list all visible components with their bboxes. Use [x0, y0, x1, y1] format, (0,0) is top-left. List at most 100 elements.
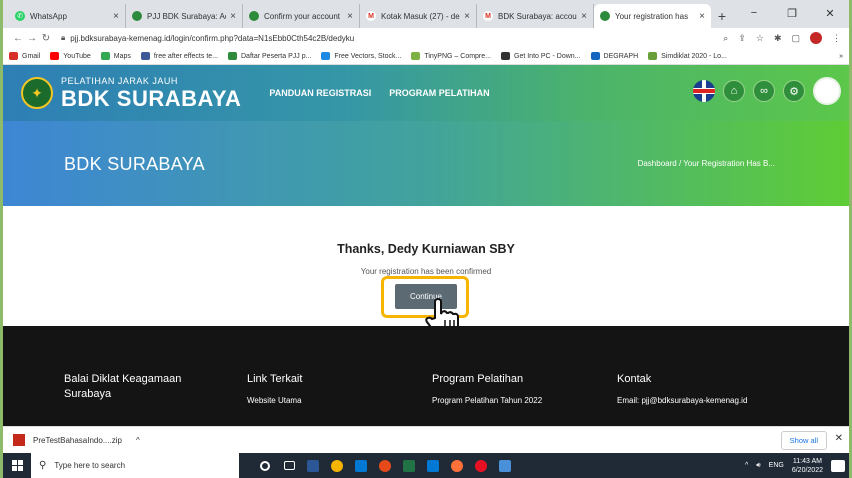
bookmarks-more-button[interactable]: » — [839, 53, 843, 60]
word-icon[interactable] — [301, 453, 325, 478]
footer-col-program: Program Pelatihan Program Pelatihan Tahu… — [432, 372, 542, 405]
sidebar-icon[interactable]: ▢ — [791, 33, 800, 44]
site-header: ✦ PELATIHAN JARAK JAUH BDK SURABAYA PAND… — [3, 65, 849, 121]
whatsapp-icon: ✆ — [15, 11, 25, 21]
address-toolbar: ← → ↻ 🔒︎ pjj.bdksurabaya-kemenag.id/logi… — [3, 28, 849, 48]
tab-confirm-account[interactable]: Confirm your account × — [243, 4, 360, 28]
close-tab-icon[interactable]: × — [347, 11, 353, 22]
menu-panduan-registrasi[interactable]: PANDUAN REGISTRASI — [269, 88, 371, 98]
zoom-icon[interactable]: ⌕ — [723, 33, 728, 44]
start-button[interactable] — [3, 453, 31, 478]
extensions-icon[interactable]: ✱ — [774, 33, 782, 44]
footer-heading: Program Pelatihan — [432, 373, 524, 385]
menu-icon[interactable]: ⋮ — [832, 33, 841, 44]
excel-icon[interactable] — [397, 453, 421, 478]
taskbar-search[interactable]: ⚲ Type here to search — [31, 453, 239, 478]
cortana-icon[interactable] — [253, 453, 277, 478]
bookmark-item[interactable]: TinyPNG – Compre... — [411, 52, 491, 60]
show-all-button[interactable]: Show all — [780, 431, 827, 450]
footer-heading: Kontak — [617, 373, 652, 385]
chevron-up-icon[interactable]: ^ — [136, 436, 140, 445]
notification-icon[interactable] — [831, 459, 845, 472]
home-icon[interactable]: ⌂ — [723, 80, 745, 102]
breadcrumb[interactable]: Dashboard / Your Registration Has B... — [638, 159, 775, 168]
settings-icon[interactable]: ⚙ — [783, 80, 805, 102]
footer-heading: Link Terkait — [247, 373, 303, 385]
youtube-icon — [50, 52, 60, 60]
clock[interactable]: 11:43 AM 6/20/2022 — [792, 457, 823, 475]
tab-registration[interactable]: Your registration has × — [594, 4, 711, 28]
tab-title: PJJ BDK Surabaya: Adi — [147, 11, 227, 21]
gmail-icon — [9, 52, 18, 60]
bookmark-item[interactable]: Free Vectors, Stock... — [321, 52, 401, 60]
link-icon[interactable]: ∞ — [753, 80, 775, 102]
minimize-button[interactable]: − — [735, 0, 773, 26]
close-tab-icon[interactable]: × — [581, 11, 587, 22]
url-text: pjj.bdksurabaya-kemenag.id/login/confirm… — [70, 33, 355, 43]
bookmark-item[interactable]: Daftar Peserta PJJ p... — [228, 52, 311, 60]
profile-avatar[interactable] — [810, 32, 822, 44]
close-tab-icon[interactable]: × — [699, 11, 705, 22]
language-indicator[interactable]: ENG — [769, 462, 784, 469]
brand-subtitle: PELATIHAN JARAK JAUH — [61, 75, 178, 86]
kemenag-logo-icon[interactable]: ✦ — [21, 77, 53, 109]
page-content: ✦ PELATIHAN JARAK JAUH BDK SURABAYA PAND… — [3, 65, 849, 426]
opera-icon[interactable] — [469, 453, 493, 478]
restore-button[interactable]: ❐ — [773, 0, 811, 26]
bookmark-item[interactable]: Simdiklat 2020 - Lo... — [648, 52, 727, 60]
bdk-favicon-icon — [132, 11, 142, 21]
tab-title: Confirm your account — [264, 11, 341, 21]
bookmark-item[interactable]: Maps — [100, 52, 131, 60]
bookmark-icon — [411, 52, 421, 60]
file-explorer-icon[interactable] — [349, 453, 373, 478]
share-icon[interactable]: ⇪ — [738, 33, 746, 44]
footer-link-website[interactable]: Website Utama — [247, 396, 302, 405]
forward-button[interactable]: → — [25, 33, 39, 44]
tab-gmail-inbox[interactable]: M Kotak Masuk (27) - de × — [360, 4, 477, 28]
close-tab-icon[interactable]: × — [464, 11, 470, 22]
url-bar[interactable]: 🔒︎ pjj.bdksurabaya-kemenag.id/login/conf… — [61, 33, 723, 43]
back-button[interactable]: ← — [11, 33, 25, 44]
site-brand[interactable]: PELATIHAN JARAK JAUH BDK SURABAYA — [61, 75, 241, 110]
photoshop-icon[interactable] — [421, 453, 445, 478]
bookmark-star-icon[interactable]: ☆ — [756, 33, 764, 44]
bookmark-icon — [228, 52, 237, 60]
bdk-favicon-icon — [600, 11, 610, 21]
volume-icon[interactable]: 🔊︎ — [756, 462, 760, 470]
tab-whatsapp[interactable]: ✆ WhatsApp × — [9, 4, 126, 28]
uk-flag-icon[interactable] — [693, 80, 715, 102]
bookmark-item[interactable]: DEGRAPH — [590, 52, 638, 60]
bookmarks-bar: Gmail YouTube Maps free after effects te… — [3, 48, 849, 65]
menu-program-pelatihan[interactable]: PROGRAM PELATIHAN — [389, 88, 489, 98]
firefox-icon[interactable] — [445, 453, 469, 478]
chrome-icon[interactable] — [325, 453, 349, 478]
bookmark-item[interactable]: Get Into PC - Down... — [501, 52, 581, 60]
bookmark-item[interactable]: YouTube — [50, 52, 91, 60]
app-icon[interactable] — [373, 453, 397, 478]
close-window-button[interactable]: ✕ — [811, 0, 849, 26]
footer-link-program[interactable]: Program Pelatihan Tahun 2022 — [432, 396, 542, 405]
tab-pjj-bdk[interactable]: PJJ BDK Surabaya: Adi × — [126, 4, 243, 28]
footer-email-link[interactable]: Email: pjj@bdksurabaya-kemenag.id — [617, 396, 747, 405]
reload-button[interactable]: ↻ — [39, 33, 53, 44]
search-placeholder: Type here to search — [54, 461, 126, 470]
tab-bdk-account[interactable]: M BDK Surabaya: accou × — [477, 4, 594, 28]
new-tab-button[interactable]: + — [711, 4, 733, 28]
window-controls: − ❐ ✕ — [735, 0, 849, 26]
close-tab-icon[interactable]: × — [113, 11, 119, 22]
app-icon[interactable] — [493, 453, 517, 478]
task-view-icon[interactable] — [277, 453, 301, 478]
footer-heading: Balai Diklat Keagamaan Surabaya — [64, 373, 182, 400]
bookmark-icon — [501, 52, 510, 60]
gmail-icon: M — [366, 11, 376, 21]
download-item[interactable]: PreTestBahasaIndo....zip — [33, 436, 122, 445]
close-icon[interactable]: ✕ — [835, 433, 843, 444]
footer-col-contact: Kontak Email: pjj@bdksurabaya-kemenag.id — [617, 372, 747, 405]
bookmark-item[interactable]: free after effects te... — [140, 52, 218, 60]
close-tab-icon[interactable]: × — [230, 11, 236, 22]
browser-window: ✆ WhatsApp × PJJ BDK Surabaya: Adi × Con… — [3, 0, 849, 478]
tab-title: WhatsApp — [30, 11, 67, 21]
chevron-up-icon[interactable]: ^ — [745, 462, 748, 469]
bookmark-item[interactable]: Gmail — [9, 52, 40, 60]
user-avatar[interactable] — [813, 77, 841, 105]
